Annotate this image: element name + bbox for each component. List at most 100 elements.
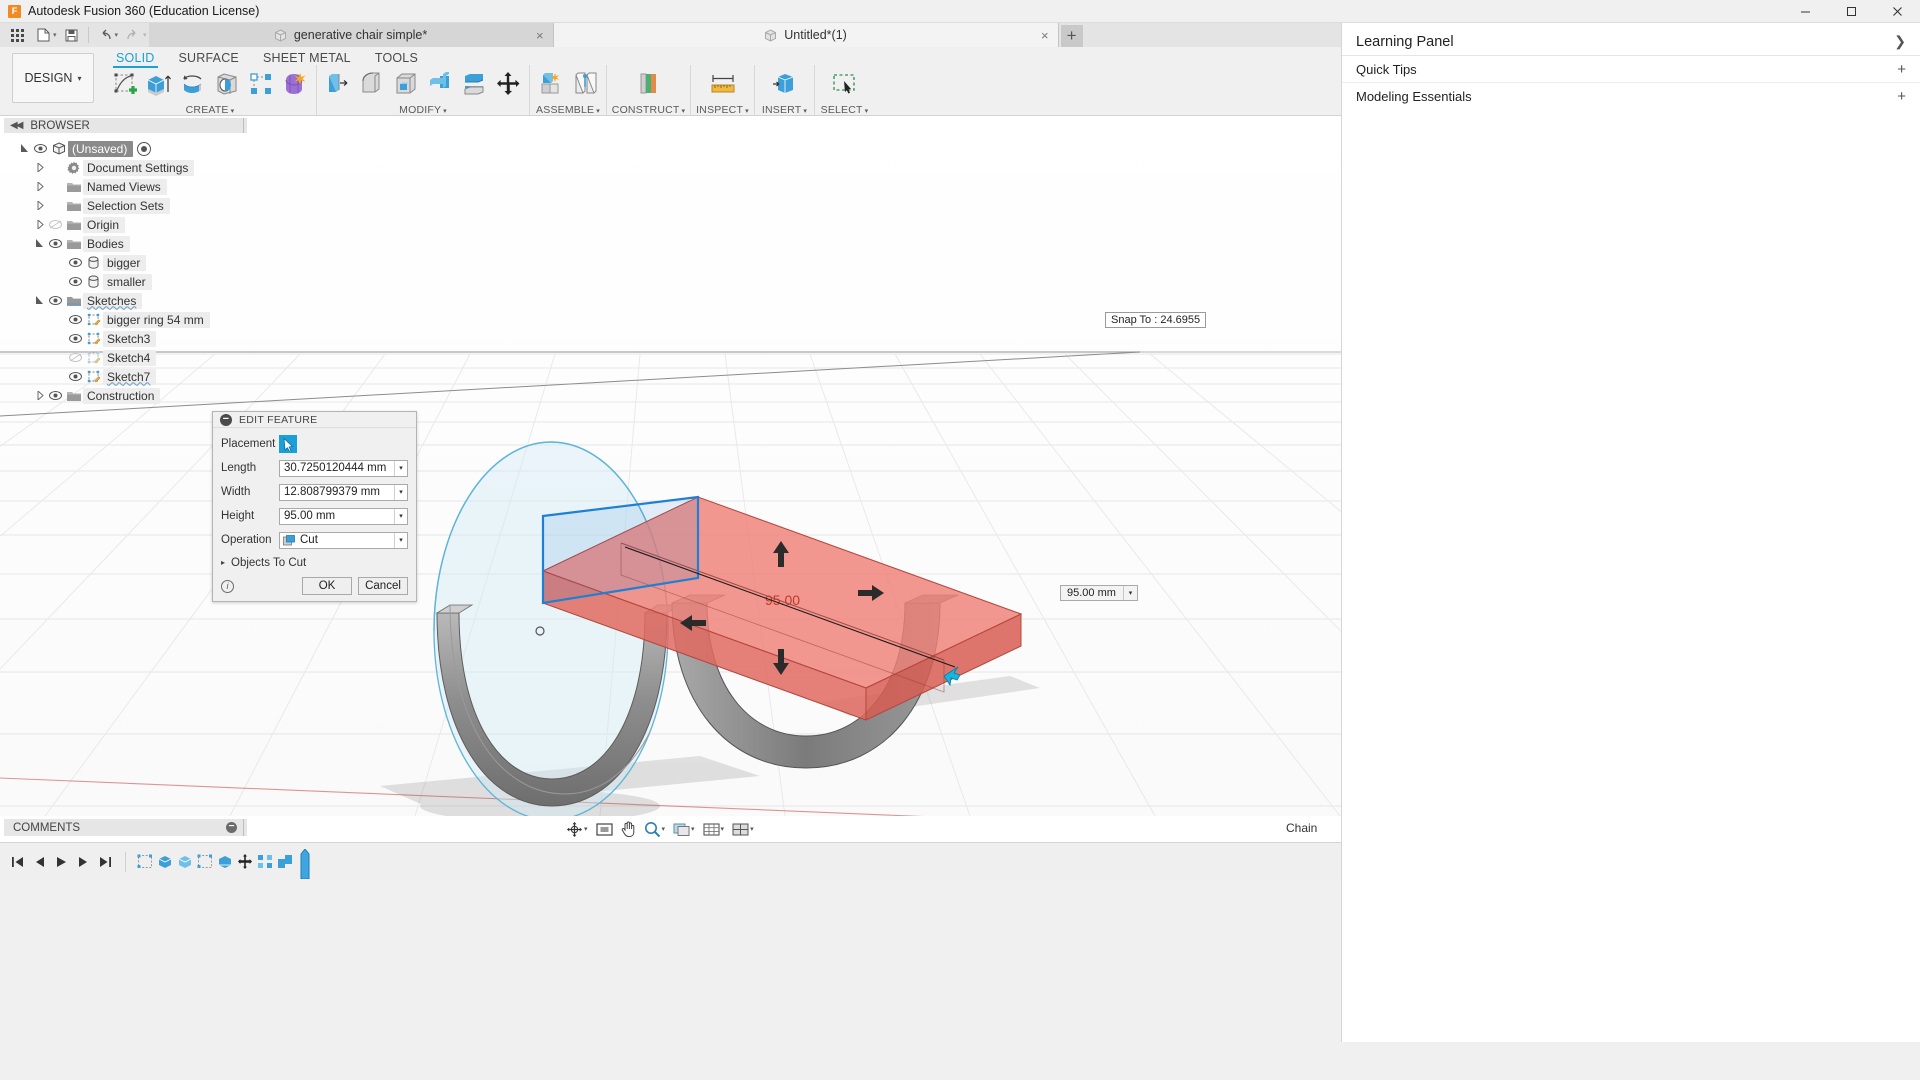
visibility-eye-icon[interactable] bbox=[67, 372, 84, 381]
document-tab-generative-chair[interactable]: generative chair simple* × bbox=[148, 23, 554, 47]
dialog-titlebar[interactable]: − EDIT FEATURE bbox=[213, 412, 416, 428]
maximize-button[interactable] bbox=[1828, 0, 1874, 23]
document-tab-untitled[interactable]: Untitled*(1) × bbox=[553, 23, 1059, 47]
fillet-icon[interactable] bbox=[355, 66, 389, 102]
tree-item-bigger-ring-54mm[interactable]: bigger ring 54 mm bbox=[10, 310, 250, 329]
visibility-eye-off-icon[interactable] bbox=[67, 353, 84, 362]
height-input[interactable]: 95.00 mm ▾ bbox=[279, 507, 408, 525]
timeline-feature-extrude-2[interactable] bbox=[176, 853, 193, 870]
ribbon-group-label-inspect[interactable]: INSPECT ▾ bbox=[696, 104, 749, 116]
select-window-icon[interactable] bbox=[828, 66, 862, 102]
step-forward-icon[interactable] bbox=[74, 852, 93, 872]
twisty-collapsed-icon[interactable] bbox=[33, 220, 47, 229]
learning-panel-header[interactable]: Learning Panel ❯ bbox=[1342, 28, 1920, 55]
document-tab-close-icon[interactable]: × bbox=[536, 29, 544, 42]
comments-resize-grip[interactable] bbox=[243, 819, 247, 836]
joint-icon[interactable] bbox=[568, 66, 602, 102]
workspace-switcher[interactable]: DESIGN ▾ bbox=[12, 53, 94, 103]
ribbon-group-label-modify[interactable]: MODIFY ▾ bbox=[399, 104, 447, 116]
timeline-playhead[interactable] bbox=[300, 847, 310, 879]
viewports-icon[interactable]: ▾ bbox=[729, 819, 757, 840]
hole-icon[interactable] bbox=[210, 66, 244, 102]
close-button[interactable] bbox=[1874, 0, 1920, 23]
ribbon-group-label-assemble[interactable]: ASSEMBLE ▾ bbox=[536, 104, 600, 116]
ribbon-group-label-construct[interactable]: CONSTRUCT ▾ bbox=[612, 104, 685, 116]
tree-item-sketch3[interactable]: Sketch3 bbox=[10, 329, 250, 348]
display-settings-icon[interactable]: ▾ bbox=[670, 819, 698, 840]
ribbon-group-label-insert[interactable]: INSERT ▾ bbox=[762, 104, 807, 116]
go-to-start-icon[interactable] bbox=[8, 852, 27, 872]
comments-panel-header[interactable]: COMMENTS − bbox=[4, 819, 247, 836]
timeline-feature-extrude-3[interactable] bbox=[216, 853, 233, 870]
browser-resize-grip[interactable] bbox=[243, 118, 247, 133]
timeline-feature-pattern[interactable] bbox=[256, 853, 273, 870]
pan-to-fit-icon[interactable] bbox=[593, 819, 616, 840]
tree-item-bigger[interactable]: bigger bbox=[10, 253, 250, 272]
dimension-input-box[interactable]: 95.00 mm ▾ bbox=[1060, 585, 1138, 601]
visibility-eye-icon[interactable] bbox=[47, 296, 64, 305]
twisty-expanded-icon[interactable] bbox=[33, 296, 47, 305]
tree-item-smaller[interactable]: smaller bbox=[10, 272, 250, 291]
tree-item-document-settings[interactable]: Document Settings bbox=[10, 158, 250, 177]
visibility-eye-icon[interactable] bbox=[47, 391, 64, 400]
chevron-down-icon[interactable]: ▾ bbox=[1123, 586, 1137, 600]
objects-to-cut-expander[interactable]: ▸ Objects To Cut bbox=[213, 552, 416, 573]
chevron-down-icon[interactable]: ▾ bbox=[662, 825, 666, 833]
press-pull-icon[interactable] bbox=[321, 66, 355, 102]
twisty-expanded-icon[interactable] bbox=[18, 144, 32, 153]
cursor-select-icon[interactable] bbox=[279, 435, 297, 453]
tree-item-sketches[interactable]: Sketches bbox=[10, 291, 250, 310]
tree-item-sketch7[interactable]: Sketch7 bbox=[10, 367, 250, 386]
activate-component-radio[interactable] bbox=[137, 141, 152, 156]
twisty-collapsed-icon[interactable] bbox=[33, 163, 47, 172]
twisty-collapsed-icon[interactable] bbox=[33, 201, 47, 210]
pan-hand-icon[interactable] bbox=[618, 819, 639, 840]
zoom-magnifier-icon[interactable]: ▾ bbox=[641, 819, 669, 840]
expand-plus-icon[interactable]: + bbox=[1897, 88, 1906, 105]
length-input[interactable]: 30.7250120444 mm ▾ bbox=[279, 459, 408, 477]
operation-select[interactable]: Cut ▾ bbox=[279, 531, 408, 549]
orbit-icon[interactable]: ▾ bbox=[563, 819, 591, 840]
move-copy-icon[interactable] bbox=[491, 66, 525, 102]
chevron-right-icon[interactable]: ❯ bbox=[1894, 33, 1906, 50]
chevron-down-icon[interactable]: ▾ bbox=[584, 825, 588, 833]
grid-snap-icon[interactable]: ▾ bbox=[700, 819, 728, 840]
new-document-caret-icon[interactable]: ▾ bbox=[53, 31, 57, 39]
visibility-eye-icon[interactable] bbox=[67, 334, 84, 343]
play-icon[interactable] bbox=[52, 852, 71, 872]
new-tab-button[interactable]: + bbox=[1060, 25, 1083, 47]
collapse-left-icon[interactable]: ◀◀ bbox=[10, 120, 23, 131]
document-tab-close-icon[interactable]: × bbox=[1041, 29, 1049, 42]
timeline-feature-extrude[interactable] bbox=[156, 853, 173, 870]
expand-plus-icon[interactable]: + bbox=[1897, 61, 1906, 78]
tree-item-bodies[interactable]: Bodies bbox=[10, 234, 250, 253]
tree-item-sketch4[interactable]: Sketch4 bbox=[10, 348, 250, 367]
info-icon[interactable]: i bbox=[221, 579, 234, 593]
chevron-down-icon[interactable]: ▾ bbox=[721, 825, 725, 833]
create-sketch-icon[interactable] bbox=[108, 66, 142, 102]
comments-collapse-icon[interactable]: − bbox=[226, 822, 237, 833]
visibility-eye-icon[interactable] bbox=[67, 277, 84, 286]
go-to-end-icon[interactable] bbox=[96, 852, 115, 872]
tree-item-construction[interactable]: Construction bbox=[10, 386, 250, 405]
cancel-button[interactable]: Cancel bbox=[358, 577, 408, 595]
timeline-feature-sketch-2[interactable] bbox=[196, 853, 213, 870]
shell-icon[interactable] bbox=[389, 66, 423, 102]
generative-design-icon[interactable] bbox=[278, 66, 312, 102]
timeline-feature-combine[interactable] bbox=[276, 853, 293, 870]
minimize-button[interactable] bbox=[1782, 0, 1828, 23]
chevron-down-icon[interactable]: ▾ bbox=[394, 460, 407, 476]
visibility-eye-icon[interactable] bbox=[67, 258, 84, 267]
width-input[interactable]: 12.808799379 mm ▾ bbox=[279, 483, 408, 501]
combine-icon[interactable] bbox=[423, 66, 457, 102]
timeline-feature-sketch[interactable] bbox=[136, 853, 153, 870]
tree-item-origin[interactable]: Origin bbox=[10, 215, 250, 234]
step-back-icon[interactable] bbox=[30, 852, 49, 872]
insert-derive-icon[interactable] bbox=[768, 66, 802, 102]
visibility-eye-icon[interactable] bbox=[32, 144, 49, 153]
chevron-down-icon[interactable]: ▾ bbox=[394, 532, 407, 548]
rectangular-pattern-icon[interactable] bbox=[244, 66, 278, 102]
tree-item-named-views[interactable]: Named Views bbox=[10, 177, 250, 196]
chevron-down-icon[interactable]: ▾ bbox=[394, 484, 407, 500]
undo-caret-icon[interactable]: ▾ bbox=[115, 31, 119, 39]
